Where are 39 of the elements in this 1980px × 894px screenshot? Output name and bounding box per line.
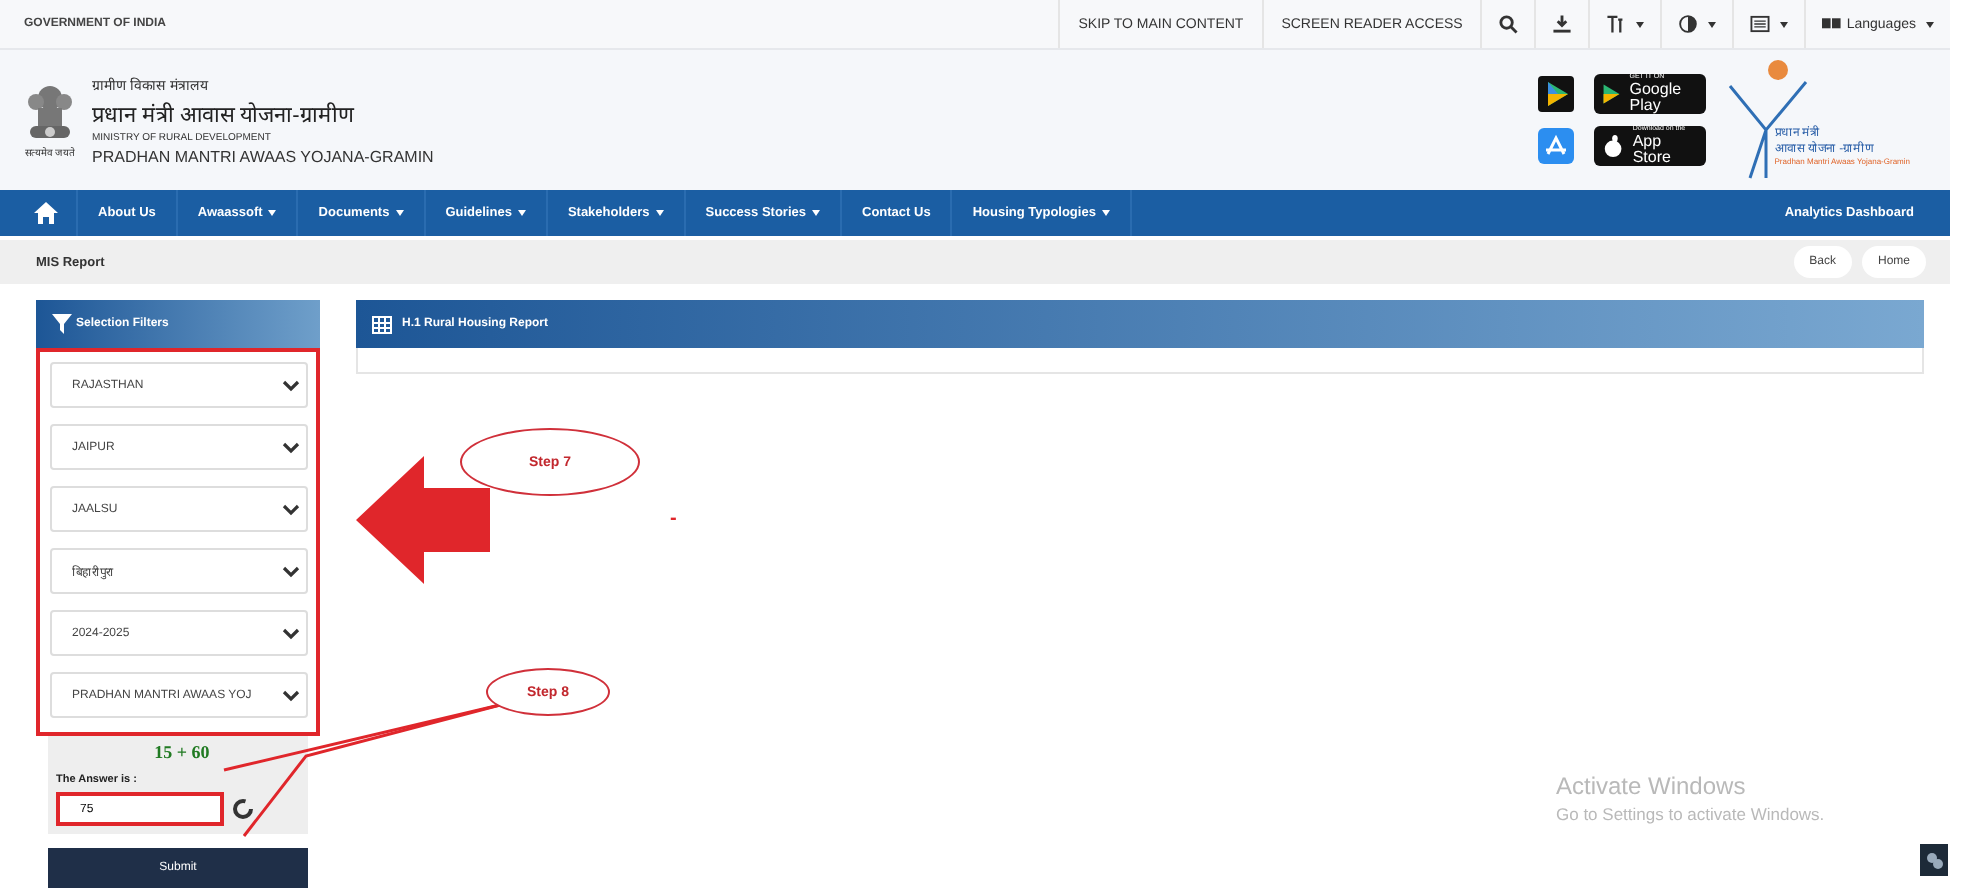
language-icon: [1822, 14, 1843, 34]
chevron-icon: [282, 627, 300, 639]
caret-icon: [395, 210, 404, 216]
caret-icon: [1780, 21, 1789, 27]
caret-icon: [268, 210, 277, 216]
caret-icon: [1101, 210, 1110, 216]
chevron-icon: [282, 379, 300, 391]
caret-icon: [517, 210, 526, 216]
chat-icon: [1920, 844, 1948, 876]
play-store-icon: [1538, 76, 1575, 112]
caret-icon: [1708, 21, 1717, 27]
notice-title: Activate Windows: [1556, 772, 1748, 800]
contrast-icon: [1678, 14, 1699, 34]
caret-icon: [812, 210, 820, 216]
text-size-icon: [1606, 14, 1627, 34]
sitemap-icon: [1750, 14, 1771, 34]
arrow-icon: [356, 456, 490, 584]
home-icon: [34, 202, 58, 224]
caret-icon: [655, 210, 664, 216]
refresh-icon: [232, 798, 254, 820]
chevron-icon: [282, 689, 300, 701]
table-icon: [372, 315, 392, 333]
play-icon: [1602, 82, 1622, 106]
badge-label: Google Play: [1629, 81, 1684, 114]
caret-icon: [1636, 21, 1645, 27]
download-icon: [1552, 14, 1573, 34]
caret-icon: [1926, 21, 1934, 27]
app-store-icon: [1538, 128, 1575, 164]
search-icon: [1498, 14, 1519, 34]
scheme-name: प्रधान मंत्री आवास योजना-ग्रामीण: [92, 100, 357, 127]
chevron-icon: [282, 441, 300, 453]
status-text: -: [670, 508, 677, 530]
notice-text: Go to Settings to activate Windows.: [1556, 804, 1825, 824]
filter-icon: [52, 314, 72, 334]
captcha-text: 15 + 60: [152, 742, 212, 762]
badge-label: App Store: [1632, 133, 1673, 166]
chevron-icon: [282, 503, 300, 515]
scheme-name: PRADHAN MANTRI AWAAS YOJANA-GRAMIN: [92, 147, 434, 165]
chevron-icon: [282, 565, 300, 577]
